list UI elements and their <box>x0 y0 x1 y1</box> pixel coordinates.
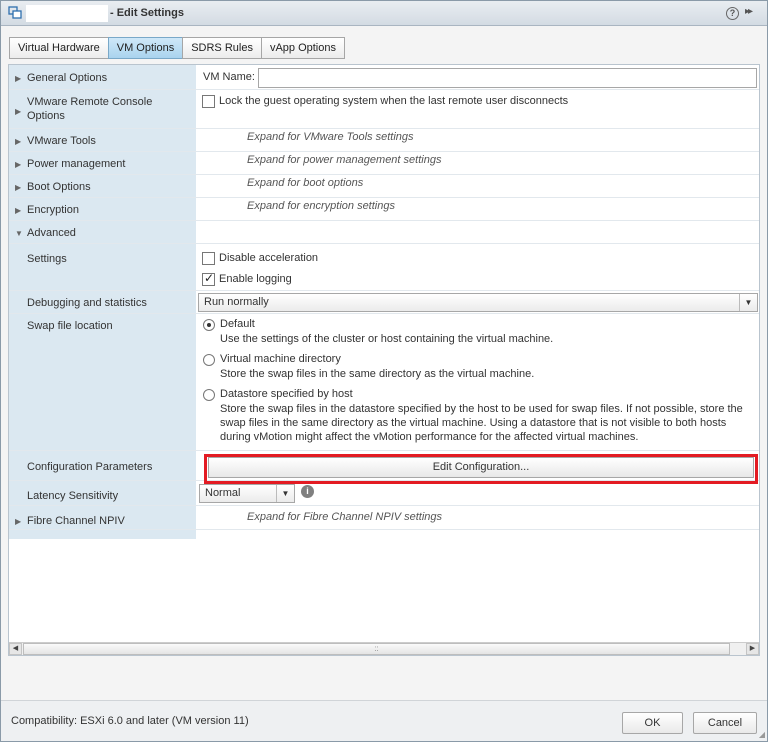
boot-options-hint: Expand for boot options <box>247 177 364 189</box>
general-options-label[interactable]: ▶ General Options <box>15 71 107 86</box>
encryption-hint: Expand for encryption settings <box>247 200 395 212</box>
dialog-title: - Edit Settings <box>110 7 184 19</box>
expand-arrow-icon: ▶ <box>15 206 22 215</box>
ok-button[interactable]: OK <box>622 712 683 734</box>
disable-acceleration-checkbox[interactable] <box>202 252 215 265</box>
lock-guest-os-checkbox[interactable] <box>202 95 215 108</box>
latency-sensitivity-label: Latency Sensitivity <box>27 490 119 502</box>
row-vmware-tools[interactable]: ▶ VMware Tools Expand for VMware Tools se… <box>9 129 759 152</box>
expand-arrow-icon: ▶ <box>15 137 22 146</box>
debugging-value: Run normally <box>204 296 269 308</box>
collapse-arrow-icon: ▼ <box>15 229 23 238</box>
vmrc-label-line1: VMware Remote Console <box>27 96 153 108</box>
row-general-options[interactable]: ▶ General Options VM Name: <box>9 65 759 90</box>
tab-bar: Virtual Hardware VM Options SDRS Rules v… <box>9 37 345 59</box>
vm-icon <box>8 6 22 19</box>
swap-datastore-radio[interactable] <box>203 389 215 401</box>
tab-virtual-hardware[interactable]: Virtual Hardware <box>9 37 109 59</box>
swap-datastore-desc-3: during vMotion might affect the vMotion … <box>220 431 639 443</box>
settings-label: Settings <box>27 253 67 265</box>
chevron-down-icon[interactable]: ▼ <box>739 294 757 311</box>
general-options-text: General Options <box>27 72 108 84</box>
encryption-text: Encryption <box>27 204 79 216</box>
fibre-channel-text: Fibre Channel NPIV <box>27 515 125 527</box>
vm-name-redacted <box>26 5 108 22</box>
swap-default-desc: Use the settings of the cluster or host … <box>220 333 554 345</box>
vm-name-input[interactable] <box>258 68 757 88</box>
horizontal-scrollbar[interactable]: ◀ :: ▶ <box>9 642 759 655</box>
swap-datastore-desc-1: Store the swap files in the datastore sp… <box>220 403 743 415</box>
row-swap-file-location: Swap file location Default Use the setti… <box>9 314 759 451</box>
advanced-label[interactable]: ▼ Advanced <box>15 226 76 241</box>
enable-logging-checkbox[interactable] <box>202 271 215 286</box>
swap-file-label: Swap file location <box>27 320 113 332</box>
chevron-down-icon[interactable]: ▼ <box>276 485 294 502</box>
fibre-channel-hint: Expand for Fibre Channel NPIV settings <box>247 511 443 523</box>
expand-arrow-icon: ▶ <box>15 517 22 526</box>
row-encryption[interactable]: ▶ Encryption Expand for encryption settin… <box>9 198 759 221</box>
cancel-button[interactable]: Cancel <box>693 712 757 734</box>
vm-name-label: VM Name: <box>203 71 255 83</box>
fibre-channel-label[interactable]: ▶ Fibre Channel NPIV <box>15 514 125 529</box>
expand-icon[interactable]: ▸▸ <box>745 6 753 17</box>
swap-default-radio[interactable] <box>203 319 215 331</box>
dialog-footer: Compatibility: ESXi 6.0 and later (VM ve… <box>1 700 767 741</box>
tab-vapp-options[interactable]: vApp Options <box>260 37 345 59</box>
swap-datastore-desc-2: swap files in the same directory as the … <box>220 417 727 429</box>
row-power-management[interactable]: ▶ Power management Expand for power manag… <box>9 152 759 175</box>
lock-guest-os-label: Lock the guest operating system when the… <box>219 95 569 107</box>
vmware-tools-hint: Expand for VMware Tools settings <box>247 131 414 143</box>
swap-default-title: Default <box>220 318 255 330</box>
expand-arrow-icon: ▶ <box>15 183 22 192</box>
debugging-select[interactable]: Run normally ▼ <box>198 293 758 312</box>
expand-arrow-icon: ▶ <box>15 74 22 83</box>
expand-arrow-icon: ▶ <box>15 160 22 169</box>
row-vmrc-options[interactable]: ▶ VMware Remote Console Options Lock the… <box>9 90 759 129</box>
vm-options-panel: ▶ General Options VM Name: ▶ VMware Remot… <box>8 64 760 656</box>
swap-datastore-title: Datastore specified by host <box>220 388 353 400</box>
disable-acceleration-label: Disable acceleration <box>219 252 319 264</box>
row-latency-sensitivity: Latency Sensitivity Normal ▼ i <box>9 481 759 506</box>
row-settings: Settings Disable acceleration Enable log… <box>9 244 759 291</box>
power-management-hint: Expand for power management settings <box>247 154 442 166</box>
info-icon[interactable]: i <box>301 485 314 498</box>
vmware-tools-label[interactable]: ▶ VMware Tools <box>15 134 96 149</box>
boot-options-label[interactable]: ▶ Boot Options <box>15 180 91 195</box>
title-bar[interactable]: - Edit Settings ? ▸▸ <box>1 1 767 26</box>
resize-grip-icon[interactable]: ◢ <box>759 730 765 739</box>
edit-configuration-button[interactable]: Edit Configuration... <box>208 457 754 478</box>
edit-settings-dialog: - Edit Settings ? ▸▸ Virtual Hardware VM… <box>0 0 768 742</box>
latency-sensitivity-select[interactable]: Normal ▼ <box>199 484 295 503</box>
advanced-text: Advanced <box>27 227 76 239</box>
boot-options-text: Boot Options <box>27 181 91 193</box>
vmware-tools-text: VMware Tools <box>27 135 96 147</box>
scroll-left-icon[interactable]: ◀ <box>9 643 22 655</box>
swap-vm-directory-radio[interactable] <box>203 354 215 366</box>
vmrc-options-label[interactable]: ▶ VMware Remote Console Options <box>15 95 152 123</box>
tab-vm-options[interactable]: VM Options <box>107 37 184 59</box>
scrollbar-thumb[interactable]: :: <box>23 643 730 655</box>
swap-vm-directory-title: Virtual machine directory <box>220 353 341 365</box>
row-debugging: Debugging and statistics Run normally ▼ <box>9 291 759 314</box>
swap-vm-directory-desc: Store the swap files in the same directo… <box>220 368 535 380</box>
expand-arrow-icon: ▶ <box>15 107 22 116</box>
power-management-text: Power management <box>27 158 126 170</box>
configuration-parameters-label: Configuration Parameters <box>27 461 153 473</box>
tab-sdrs-rules[interactable]: SDRS Rules <box>182 37 262 59</box>
compatibility-label: Compatibility: ESXi 6.0 and later (VM ve… <box>11 715 249 727</box>
latency-value: Normal <box>205 487 241 499</box>
enable-logging-label: Enable logging <box>219 273 292 285</box>
debugging-label: Debugging and statistics <box>27 297 147 309</box>
row-fibre-channel-npiv[interactable]: ▶ Fibre Channel NPIV Expand for Fibre Cha… <box>9 506 759 530</box>
scroll-right-icon[interactable]: ▶ <box>746 643 759 655</box>
help-icon[interactable]: ? <box>726 7 739 20</box>
row-advanced[interactable]: ▼ Advanced <box>9 221 759 244</box>
encryption-label[interactable]: ▶ Encryption <box>15 203 79 218</box>
row-configuration-parameters: Configuration Parameters Edit Configurat… <box>9 451 759 481</box>
vmrc-label-line2: Options <box>27 110 65 122</box>
power-management-label[interactable]: ▶ Power management <box>15 157 125 172</box>
row-boot-options[interactable]: ▶ Boot Options Expand for boot options <box>9 175 759 198</box>
